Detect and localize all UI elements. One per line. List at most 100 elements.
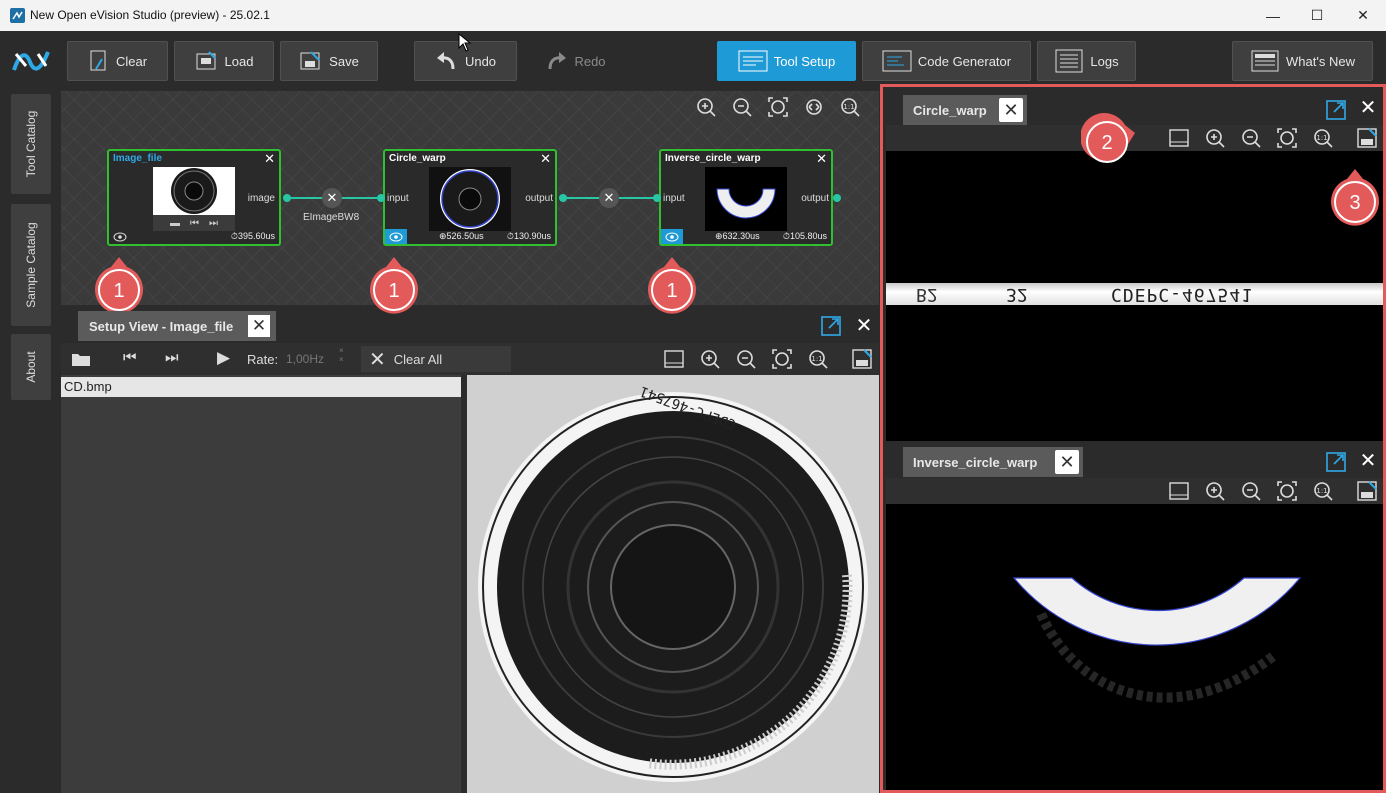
inverse-circle-warp-tab[interactable]: Inverse_circle_warp ✕ [903,447,1083,477]
list-item[interactable]: CD.bmp [61,377,461,397]
pop-out-icon[interactable] [820,315,842,337]
strip-text-32: 32 [1006,284,1028,305]
node-image-file[interactable]: Image_file ✕ ▬ ⏮ ⏭ image ⏱395.60us [107,149,281,246]
logs-icon [1055,49,1083,73]
first-image-icon[interactable]: ⏮ [123,349,137,366]
zoom-actual-size-icon[interactable]: 1:1 [807,348,829,370]
close-panel-button[interactable]: ✕ [1357,450,1379,472]
inverse-circle-warp-viewer[interactable] [886,504,1383,790]
node-footer: ⊕526.50us ⏱130.90us [385,229,555,244]
evision-logo-icon [12,51,50,71]
close-icon[interactable]: ✕ [264,151,275,167]
save-image-icon[interactable] [851,348,873,370]
sample-catalog-tab[interactable]: Sample Catalog [11,204,51,326]
load-button[interactable]: Load [174,41,274,81]
play-icon[interactable]: ▶ [217,348,230,368]
circle-warp-tab[interactable]: Circle_warp ✕ [903,95,1027,125]
close-icon[interactable]: ✕ [540,151,551,167]
eye-icon[interactable] [661,229,683,244]
node-footer: ⏱395.60us [109,229,279,244]
execution-time-value: 395.60us [237,231,275,241]
tool-setup-button[interactable]: Tool Setup [717,41,856,81]
clear-all-icon: ✕ [369,348,386,371]
roi-icon[interactable] [1168,127,1190,149]
graph-canvas[interactable]: 1:1 Image_file ✕ ▬ ⏮ ⏭ image ⏱395.60us ✕ E… [61,91,879,314]
close-panel-button[interactable]: ✕ [1357,97,1379,119]
remove-connection-button[interactable]: ✕ [322,188,342,208]
close-icon[interactable]: ✕ [816,151,827,167]
roi-icon[interactable] [1168,480,1190,502]
input-port[interactable] [377,194,385,202]
setup-view-tab[interactable]: Setup View - Image_file ✕ [78,311,276,341]
previous-icon[interactable]: ⏮ [190,218,199,229]
zoom-fit-icon[interactable] [1276,127,1298,149]
save-button[interactable]: Save [280,41,378,81]
folder-icon[interactable]: ▬ [170,218,180,229]
node-inverse-circle-warp[interactable]: Inverse_circle_warp ✕ input output ⊕632.… [659,149,833,246]
save-image-icon[interactable] [1356,127,1378,149]
save-image-icon[interactable] [1356,480,1378,502]
image-viewer[interactable]: CDEPC-467541 [467,375,879,793]
svg-text:1:1: 1:1 [1316,134,1327,142]
rate-input[interactable]: 1,00Hz [286,352,324,366]
input-port[interactable] [653,194,661,202]
rate-spinner[interactable]: × × [339,346,344,364]
pop-out-icon[interactable] [1325,451,1347,473]
file-list[interactable]: CD.bmp [61,375,461,793]
close-tab-button[interactable]: ✕ [1055,450,1079,474]
callout-number: 1 [666,280,677,302]
eye-icon[interactable] [385,229,407,244]
tool-setup-label: Tool Setup [773,53,836,69]
clear-button[interactable]: Clear [67,41,168,81]
eye-icon[interactable] [109,229,131,244]
node-title: Circle_warp [389,153,446,164]
roi-icon[interactable] [663,348,685,370]
minimize-button[interactable]: — [1250,0,1296,31]
code-generator-button[interactable]: Code Generator [862,41,1031,81]
zoom-fit-icon[interactable] [767,96,789,118]
close-tab-button[interactable]: ✕ [999,98,1023,122]
whats-new-button[interactable]: What's New [1232,41,1373,81]
zoom-actual-size-icon[interactable]: 1:1 [1312,480,1334,502]
zoom-out-icon[interactable] [1240,127,1262,149]
pop-out-icon[interactable] [1325,99,1347,121]
redo-button[interactable]: Redo [535,41,615,81]
next-image-icon[interactable]: ⏭ [165,349,179,366]
close-tab-button[interactable]: ✕ [248,315,270,337]
maximize-button[interactable]: ☐ [1294,0,1340,31]
zoom-in-icon[interactable] [1204,127,1226,149]
process-time: ⊕632.30us [715,231,760,241]
close-window-button[interactable]: ✕ [1340,0,1386,31]
zoom-out-icon[interactable] [735,348,757,370]
zoom-in-icon[interactable] [695,96,717,118]
zoom-out-icon[interactable] [731,96,753,118]
zoom-fit-icon[interactable] [771,348,793,370]
save-icon [300,51,320,70]
about-tab[interactable]: About [11,334,51,400]
logs-button[interactable]: Logs [1037,41,1136,81]
output-port[interactable] [833,194,841,202]
zoom-fit-icon[interactable] [1276,480,1298,502]
zoom-width-icon[interactable] [803,96,825,118]
callout-badge: 3 [1331,169,1379,226]
zoom-out-icon[interactable] [1240,480,1262,502]
circle-warp-viewer[interactable]: B2 32 CDEPC-467541 [886,151,1383,441]
next-icon[interactable]: ⏭ [209,218,218,229]
node-circle-warp[interactable]: Circle_warp ✕ input output ⊕526.50us ⏱13… [383,149,557,246]
clear-icon [90,50,106,71]
folder-icon[interactable] [71,351,91,367]
zoom-in-icon[interactable] [1204,480,1226,502]
main-toolbar: Clear Load Save Undo Redo Tool Setup Cod… [0,31,1386,91]
zoom-actual-size-icon[interactable]: 1:1 [1312,127,1334,149]
input-port-label: input [663,193,685,204]
sample-catalog-label: Sample Catalog [24,222,38,308]
zoom-in-icon[interactable] [699,348,721,370]
close-panel-button[interactable]: ✕ [853,315,875,337]
tool-catalog-tab[interactable]: Tool Catalog [11,94,51,194]
zoom-actual-size-icon[interactable]: 1:1 [839,96,861,118]
clear-label: Clear [115,53,148,69]
clear-all-button[interactable]: ✕ Clear All [361,346,511,372]
minimize-icon: — [1266,7,1280,24]
svg-text:1:1: 1:1 [1316,487,1327,495]
remove-connection-button[interactable]: ✕ [599,188,619,208]
